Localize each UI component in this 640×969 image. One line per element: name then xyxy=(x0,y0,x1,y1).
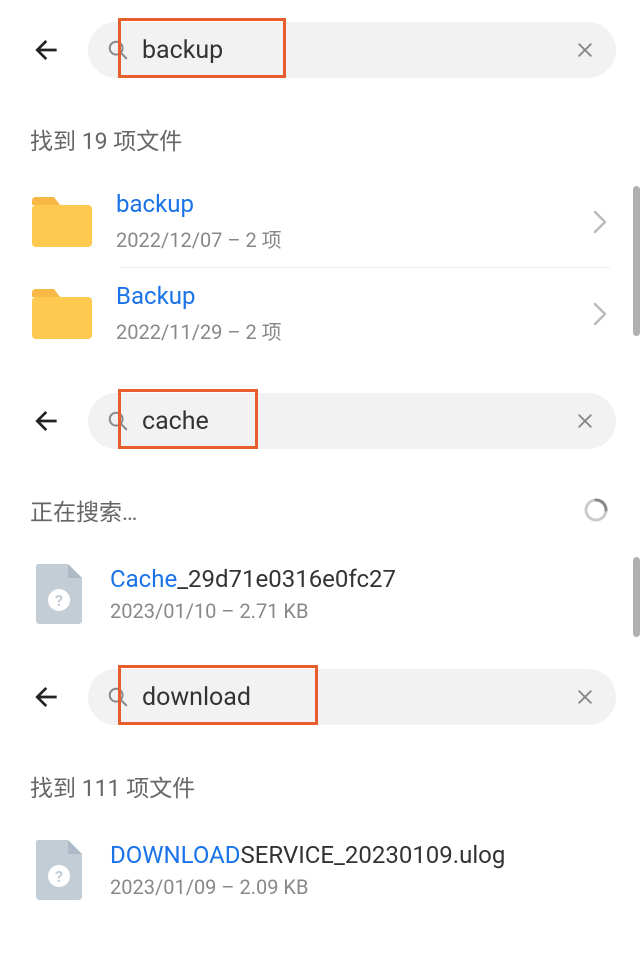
file-icon: ? xyxy=(30,837,88,903)
search-icon xyxy=(106,38,130,62)
search-icon xyxy=(106,409,130,433)
clear-button[interactable] xyxy=(572,37,598,63)
item-meta: 2023/01/10 – 2.71 KB xyxy=(110,599,610,623)
items-area: ? Cache_29d71e0316e0fc27 2023/01/10 – 2.… xyxy=(0,547,640,641)
back-button[interactable] xyxy=(24,675,68,719)
scroll-indicator[interactable] xyxy=(633,186,640,336)
item-title: backup xyxy=(116,190,568,218)
svg-text:?: ? xyxy=(55,591,63,610)
chevron-right-icon xyxy=(590,299,610,329)
search-section-backup: backup 找到 19 项文件 backup 2022/12/07 – 2 项 xyxy=(0,0,640,359)
search-query: download xyxy=(142,683,560,712)
back-button[interactable] xyxy=(24,399,68,443)
item-text: Cache_29d71e0316e0fc27 2023/01/10 – 2.71… xyxy=(110,565,610,623)
list-item[interactable]: backup 2022/12/07 – 2 项 xyxy=(0,176,640,267)
search-section-cache: cache 正在搜索… ? Cache_29d71e0316e0fc27 202… xyxy=(0,371,640,641)
search-bar[interactable]: cache xyxy=(88,393,616,449)
item-title: DOWNLOADSERVICE_20230109.ulog xyxy=(110,841,610,869)
search-header: backup xyxy=(0,0,640,100)
items-area: backup 2022/12/07 – 2 项 Backup 2022/11/2… xyxy=(0,176,640,359)
back-arrow-icon xyxy=(30,681,62,713)
status-row: 正在搜索… xyxy=(0,471,640,537)
scroll-indicator[interactable] xyxy=(633,557,640,637)
item-meta: 2022/12/07 – 2 项 xyxy=(116,224,568,253)
search-bar[interactable]: backup xyxy=(88,22,616,78)
list-item[interactable]: Backup 2022/11/29 – 2 项 xyxy=(0,268,640,359)
folder-icon xyxy=(30,287,94,341)
file-icon: ? xyxy=(30,561,88,627)
back-arrow-icon xyxy=(30,34,62,66)
chevron-right-icon xyxy=(590,207,610,237)
back-arrow-icon xyxy=(30,405,62,437)
status-row: 找到 111 项文件 xyxy=(0,747,640,813)
back-button[interactable] xyxy=(24,28,68,72)
status-text: 正在搜索… xyxy=(30,493,137,527)
item-meta: 2022/11/29 – 2 项 xyxy=(116,316,568,345)
search-bar[interactable]: download xyxy=(88,669,616,725)
search-header: cache xyxy=(0,371,640,471)
status-text: 找到 111 项文件 xyxy=(30,769,195,803)
item-title: Backup xyxy=(116,282,568,310)
search-query: backup xyxy=(142,36,560,65)
clear-button[interactable] xyxy=(572,684,598,710)
items-area: ? DOWNLOADSERVICE_20230109.ulog 2023/01/… xyxy=(0,823,640,917)
item-meta: 2023/01/09 – 2.09 KB xyxy=(110,875,610,899)
search-icon xyxy=(106,685,130,709)
svg-text:?: ? xyxy=(55,867,63,886)
loading-spinner-icon xyxy=(582,496,610,524)
status-row: 找到 19 项文件 xyxy=(0,100,640,166)
clear-button[interactable] xyxy=(572,408,598,434)
list-item[interactable]: ? DOWNLOADSERVICE_20230109.ulog 2023/01/… xyxy=(0,823,640,917)
item-text: DOWNLOADSERVICE_20230109.ulog 2023/01/09… xyxy=(110,841,610,899)
search-header: download xyxy=(0,647,640,747)
item-text: Backup 2022/11/29 – 2 项 xyxy=(116,282,568,345)
status-text: 找到 19 项文件 xyxy=(30,122,182,156)
search-query: cache xyxy=(142,407,560,436)
folder-icon xyxy=(30,195,94,249)
list-item[interactable]: ? Cache_29d71e0316e0fc27 2023/01/10 – 2.… xyxy=(0,547,640,641)
search-section-download: download 找到 111 项文件 ? DOWNLOADSERVICE_20… xyxy=(0,647,640,917)
item-text: backup 2022/12/07 – 2 项 xyxy=(116,190,568,253)
item-title: Cache_29d71e0316e0fc27 xyxy=(110,565,610,593)
